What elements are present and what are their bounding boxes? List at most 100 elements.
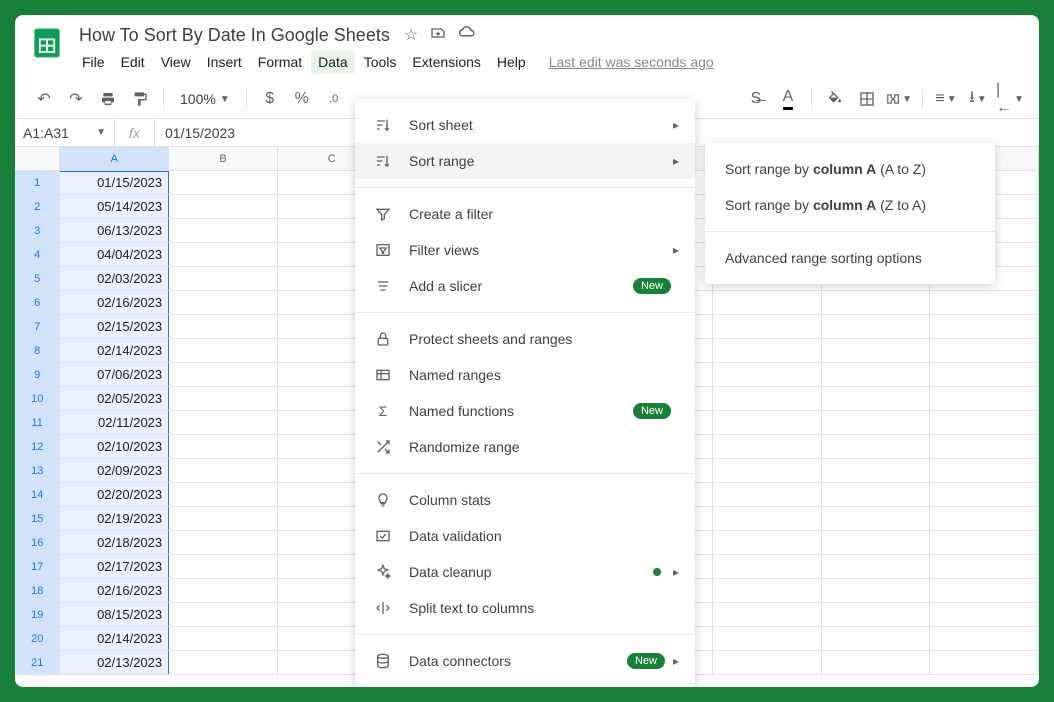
move-icon[interactable] (430, 25, 446, 46)
redo-icon[interactable]: ↷ (63, 86, 89, 112)
cell[interactable]: 02/19/2023 (60, 507, 169, 530)
cell[interactable]: 02/09/2023 (60, 459, 169, 482)
row-header[interactable]: 4 (15, 243, 60, 266)
cell[interactable] (169, 627, 278, 650)
menu-column-stats[interactable]: Column stats (355, 482, 695, 518)
wrap-icon[interactable]: |←▼ (997, 86, 1023, 112)
cell[interactable] (713, 555, 822, 578)
row-header[interactable]: 19 (15, 603, 60, 626)
sort-range-az[interactable]: Sort range by column A (A to Z) (705, 151, 995, 187)
cell[interactable]: 02/03/2023 (60, 267, 169, 290)
cell[interactable] (930, 411, 1039, 434)
cell[interactable] (713, 387, 822, 410)
menu-filter-views[interactable]: Filter views ▸ (355, 232, 695, 268)
cell[interactable] (822, 315, 931, 338)
row-header[interactable]: 20 (15, 627, 60, 650)
row-header[interactable]: 6 (15, 291, 60, 314)
cell[interactable] (930, 603, 1039, 626)
cell[interactable] (169, 603, 278, 626)
cell[interactable]: 02/14/2023 (60, 627, 169, 650)
document-title[interactable]: How To Sort By Date In Google Sheets (75, 23, 394, 48)
row-header[interactable]: 3 (15, 219, 60, 242)
cell[interactable] (713, 579, 822, 602)
advanced-sort[interactable]: Advanced range sorting options (705, 240, 995, 276)
cell[interactable] (930, 291, 1039, 314)
decimal-icon[interactable]: .0 (321, 86, 347, 112)
cell[interactable]: 02/13/2023 (60, 651, 169, 674)
cell[interactable] (822, 459, 931, 482)
cell[interactable] (169, 315, 278, 338)
menu-sort-range[interactable]: Sort range ▸ (355, 143, 695, 179)
menu-insert[interactable]: Insert (200, 50, 249, 74)
cell[interactable] (822, 411, 931, 434)
cell[interactable] (169, 579, 278, 602)
fill-color-icon[interactable] (822, 86, 848, 112)
undo-icon[interactable]: ↶ (31, 86, 57, 112)
cell[interactable] (822, 627, 931, 650)
menu-data-cleanup[interactable]: Data cleanup ▸ (355, 554, 695, 590)
cell[interactable] (169, 459, 278, 482)
cell[interactable] (169, 555, 278, 578)
merge-icon[interactable]: ▼ (886, 86, 912, 112)
cell[interactable] (713, 435, 822, 458)
strikethrough-icon[interactable]: S̶ (743, 86, 769, 112)
cell[interactable]: 04/04/2023 (60, 243, 169, 266)
cell[interactable] (930, 483, 1039, 506)
cell[interactable] (713, 411, 822, 434)
cell[interactable] (822, 603, 931, 626)
menu-tools[interactable]: Tools (357, 50, 404, 74)
menu-view[interactable]: View (154, 50, 198, 74)
cell[interactable] (822, 339, 931, 362)
cell[interactable] (822, 363, 931, 386)
text-color-icon[interactable]: A (775, 86, 801, 112)
cell[interactable] (822, 579, 931, 602)
cell[interactable]: 02/17/2023 (60, 555, 169, 578)
menu-edit[interactable]: Edit (114, 50, 152, 74)
paint-format-icon[interactable] (127, 86, 153, 112)
cell[interactable] (822, 291, 931, 314)
row-header[interactable]: 8 (15, 339, 60, 362)
cell[interactable]: 02/16/2023 (60, 291, 169, 314)
cell[interactable]: 02/15/2023 (60, 315, 169, 338)
menu-data-validation[interactable]: Data validation (355, 518, 695, 554)
cell[interactable] (930, 387, 1039, 410)
cell[interactable]: 02/11/2023 (60, 411, 169, 434)
cell[interactable] (930, 651, 1039, 674)
row-header[interactable]: 9 (15, 363, 60, 386)
cell[interactable] (822, 435, 931, 458)
cell[interactable] (169, 243, 278, 266)
cell[interactable] (169, 531, 278, 554)
cell[interactable] (713, 603, 822, 626)
cell[interactable] (930, 627, 1039, 650)
cell[interactable] (930, 459, 1039, 482)
cell[interactable] (930, 555, 1039, 578)
cell[interactable] (169, 171, 278, 194)
row-header[interactable]: 21 (15, 651, 60, 674)
row-header[interactable]: 2 (15, 195, 60, 218)
cell[interactable] (930, 435, 1039, 458)
row-header[interactable]: 12 (15, 435, 60, 458)
cell[interactable] (930, 363, 1039, 386)
align-icon[interactable]: ≡▼ (933, 86, 959, 112)
cell[interactable]: 02/05/2023 (60, 387, 169, 410)
cell[interactable]: 02/16/2023 (60, 579, 169, 602)
cell[interactable] (713, 315, 822, 338)
menu-create-filter[interactable]: Create a filter (355, 196, 695, 232)
menu-add-slicer[interactable]: Add a slicer New (355, 268, 695, 304)
cell[interactable] (169, 291, 278, 314)
menu-data[interactable]: Data (311, 50, 355, 74)
cell[interactable] (930, 507, 1039, 530)
cell[interactable] (713, 459, 822, 482)
row-header[interactable]: 17 (15, 555, 60, 578)
cell[interactable] (713, 363, 822, 386)
cell[interactable] (822, 507, 931, 530)
cell[interactable] (169, 363, 278, 386)
cell[interactable]: 05/14/2023 (60, 195, 169, 218)
cell[interactable]: 08/15/2023 (60, 603, 169, 626)
menu-sort-sheet[interactable]: Sort sheet ▸ (355, 107, 695, 143)
cell[interactable] (169, 411, 278, 434)
row-header[interactable]: 15 (15, 507, 60, 530)
cell[interactable] (713, 531, 822, 554)
cell[interactable] (713, 507, 822, 530)
cell[interactable] (713, 339, 822, 362)
